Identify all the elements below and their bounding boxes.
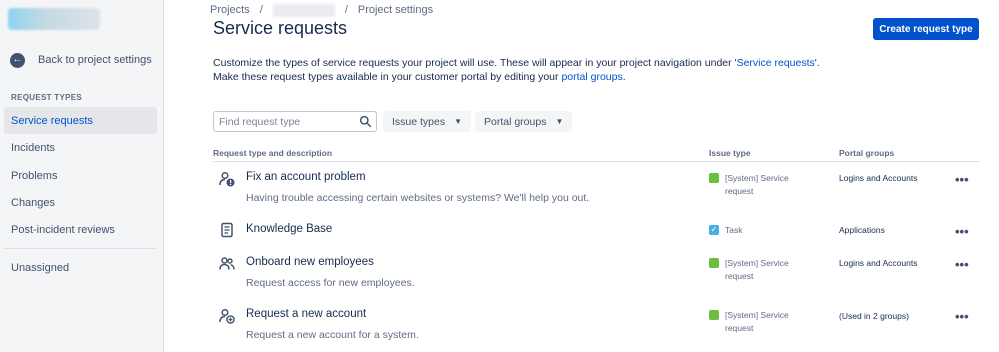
breadcrumb-project-name[interactable] <box>272 3 335 17</box>
column-header-issue-type: Issue type <box>709 148 751 158</box>
search-icon[interactable] <box>359 115 372 128</box>
breadcrumb: Projects / / Project settings <box>210 3 433 17</box>
person-add-icon <box>219 308 235 324</box>
portal-groups-link[interactable]: portal groups <box>561 71 622 83</box>
portal-group-cell: Applications <box>839 225 885 235</box>
description-text: '. <box>814 57 820 69</box>
column-header-request-type: Request type and description <box>213 148 333 158</box>
portal-groups-dropdown[interactable]: Portal groups ▼ <box>475 111 573 132</box>
issue-type-label: [System] Service request <box>725 310 789 333</box>
sidebar-item-changes[interactable]: Changes <box>4 189 157 216</box>
portal-group-cell: (Used in 2 groups) <box>839 311 909 321</box>
breadcrumb-projects[interactable]: Projects <box>210 4 250 16</box>
more-actions-button[interactable]: ••• <box>955 258 971 271</box>
request-types-heading: REQUEST TYPES <box>11 93 83 102</box>
sidebar-item-service-requests[interactable]: Service requests <box>4 107 157 134</box>
person-alert-icon <box>219 171 235 187</box>
column-header-portal-groups: Portal groups <box>839 148 895 158</box>
portal-groups-label: Portal groups <box>484 115 547 128</box>
description-text: . <box>622 71 626 83</box>
issue-type-cell: [System] Service request <box>709 172 803 198</box>
find-request-type-input[interactable] <box>219 115 357 128</box>
issue-types-label: Issue types <box>392 115 446 128</box>
description-text: Customize the types of service requests … <box>213 57 737 69</box>
breadcrumb-separator: / <box>344 4 348 16</box>
sidebar: ← Back to project settings REQUEST TYPES… <box>0 0 164 352</box>
issue-type-label: [System] Service request <box>725 173 789 196</box>
request-type-title[interactable]: Fix an account problem <box>246 171 366 183</box>
create-request-type-button[interactable]: Create request type <box>873 18 979 40</box>
more-actions-button[interactable]: ••• <box>955 310 971 323</box>
table-header-divider <box>213 161 980 162</box>
sidebar-item-incidents[interactable]: Incidents <box>4 134 157 161</box>
back-link-label: Back to project settings <box>38 54 152 66</box>
people-icon <box>219 257 235 270</box>
portal-group-cell: Logins and Accounts <box>839 173 918 183</box>
service-request-icon <box>709 310 719 320</box>
task-checkbox-icon: ✓ <box>709 225 719 235</box>
chevron-down-icon: ▼ <box>454 117 463 126</box>
issue-type-label: [System] Service request <box>725 258 789 281</box>
description-text: Make these request types available in yo… <box>213 71 562 83</box>
sidebar-divider <box>4 248 157 249</box>
sidebar-item-problems[interactable]: Problems <box>4 162 157 189</box>
issue-type-cell: [System] Service request <box>709 309 803 335</box>
page-description: Customize the types of service requests … <box>213 56 820 84</box>
request-type-title[interactable]: Request a new account <box>246 308 366 320</box>
arrow-left-icon: ← <box>10 52 25 68</box>
request-type-description: Request access for new employees. <box>246 277 415 289</box>
service-request-icon <box>709 258 719 268</box>
issue-type-label: Task <box>725 225 743 235</box>
chevron-down-icon: ▼ <box>555 117 564 126</box>
issue-type-cell: ✓ Task <box>709 224 803 237</box>
request-type-title[interactable]: Knowledge Base <box>246 223 332 235</box>
service-request-icon <box>709 173 719 183</box>
back-to-project-settings-link[interactable]: ← Back to project settings <box>10 50 152 70</box>
issue-types-dropdown[interactable]: Issue types ▼ <box>383 111 472 132</box>
issue-type-cell: [System] Service request <box>709 257 803 283</box>
request-type-description: Having trouble accessing certain website… <box>246 192 590 204</box>
request-type-description: Request a new account for a system. <box>246 329 419 341</box>
breadcrumb-project-settings[interactable]: Project settings <box>358 4 433 16</box>
search-box <box>213 111 377 132</box>
request-type-title[interactable]: Onboard new employees <box>246 256 374 268</box>
service-requests-link[interactable]: Service requests <box>737 57 815 69</box>
more-actions-button[interactable]: ••• <box>955 225 971 238</box>
portal-group-cell: Logins and Accounts <box>839 258 918 268</box>
sidebar-item-post-incident-reviews[interactable]: Post-incident reviews <box>4 216 157 243</box>
sidebar-item-unassigned[interactable]: Unassigned <box>4 254 157 281</box>
document-icon <box>221 222 233 238</box>
project-avatar[interactable] <box>8 8 100 30</box>
page-title: Service requests <box>213 18 348 38</box>
more-actions-button[interactable]: ••• <box>955 173 971 186</box>
breadcrumb-separator: / <box>259 4 263 16</box>
